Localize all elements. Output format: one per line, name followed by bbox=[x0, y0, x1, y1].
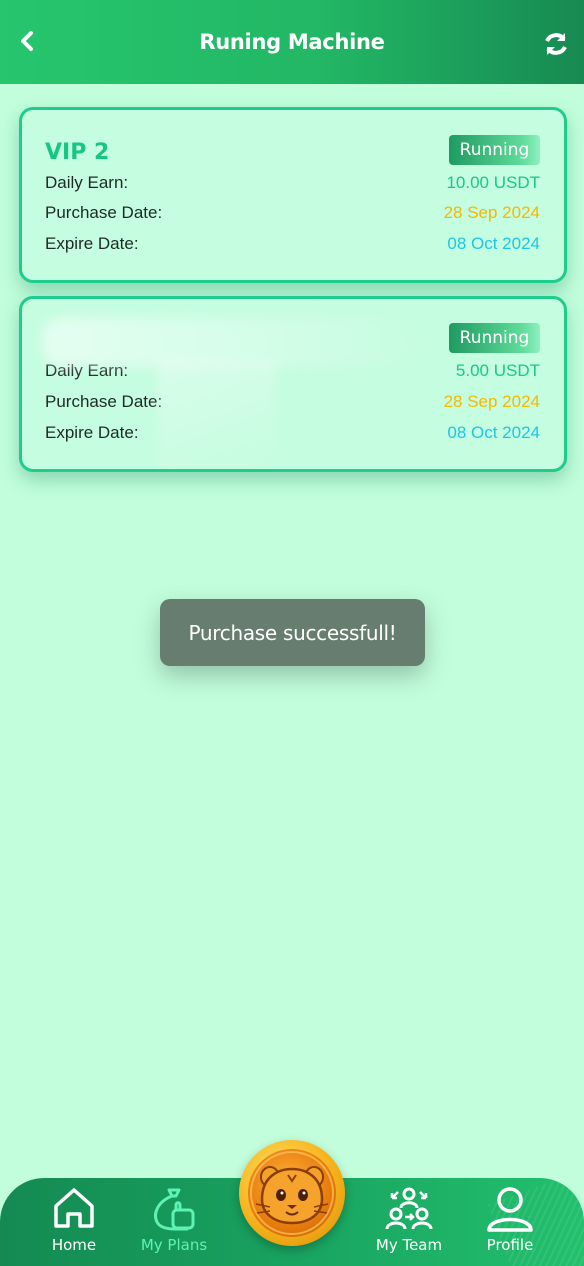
page-title: Runing Machine bbox=[199, 30, 385, 54]
purchase-date-value: 28 Sep 2024 bbox=[443, 203, 540, 222]
status-badge: Running bbox=[449, 323, 540, 353]
expire-date-row: Expire Date: 08 Oct 2024 bbox=[45, 421, 540, 445]
transition-overlay bbox=[157, 359, 277, 469]
hamster-coin-button[interactable] bbox=[239, 1140, 345, 1246]
expire-date-value: 08 Oct 2024 bbox=[447, 234, 540, 253]
tab-home[interactable]: Home bbox=[44, 1178, 104, 1266]
refresh-icon bbox=[545, 33, 567, 55]
money-bag-icon bbox=[154, 1188, 195, 1231]
toast-message: Purchase successfull! bbox=[160, 599, 425, 666]
tab-profile-label: Profile bbox=[486, 1236, 534, 1254]
daily-earn-value: 5.00 USDT bbox=[455, 361, 540, 380]
tab-my-plans-label: My Plans bbox=[140, 1236, 208, 1254]
status-badge: Running bbox=[449, 135, 540, 165]
hamster-coin-icon bbox=[250, 1151, 334, 1235]
tab-profile[interactable]: Profile bbox=[478, 1178, 542, 1266]
daily-earn-label: Daily Earn: bbox=[45, 173, 129, 192]
user-icon bbox=[487, 1187, 533, 1232]
team-icon bbox=[385, 1187, 433, 1230]
tab-my-team[interactable]: My Team bbox=[368, 1178, 450, 1266]
tab-my-plans[interactable]: My Plans bbox=[134, 1178, 214, 1266]
purchase-date-label: Purchase Date: bbox=[45, 203, 163, 222]
coin-face bbox=[248, 1149, 336, 1237]
expire-date-label: Expire Date: bbox=[45, 234, 139, 253]
daily-earn-value: 10.00 USDT bbox=[446, 173, 540, 192]
plan-card[interactable]: Running Daily Earn: 5.00 USDT Purchase D… bbox=[19, 296, 567, 472]
daily-earn-row: Daily Earn: 10.00 USDT bbox=[45, 171, 540, 195]
chevron-left-icon bbox=[21, 31, 33, 51]
app-header: Runing Machine bbox=[0, 0, 584, 84]
home-icon bbox=[54, 1188, 94, 1228]
purchase-date-row: Purchase Date: 28 Sep 2024 bbox=[45, 390, 540, 414]
back-button[interactable] bbox=[14, 28, 42, 56]
refresh-button[interactable] bbox=[542, 30, 570, 58]
purchase-date-value: 28 Sep 2024 bbox=[443, 392, 540, 411]
purchase-date-label: Purchase Date: bbox=[45, 392, 163, 411]
plan-name: VIP 2 bbox=[45, 140, 110, 165]
tab-home-label: Home bbox=[51, 1236, 97, 1254]
plan-card[interactable]: VIP 2 Running Daily Earn: 10.00 USDT Pur… bbox=[19, 107, 567, 283]
tab-my-team-label: My Team bbox=[375, 1236, 443, 1254]
expire-date-label: Expire Date: bbox=[45, 423, 139, 442]
expire-date-value: 08 Oct 2024 bbox=[447, 423, 540, 442]
purchase-date-row: Purchase Date: 28 Sep 2024 bbox=[45, 201, 540, 225]
expire-date-row: Expire Date: 08 Oct 2024 bbox=[45, 232, 540, 256]
